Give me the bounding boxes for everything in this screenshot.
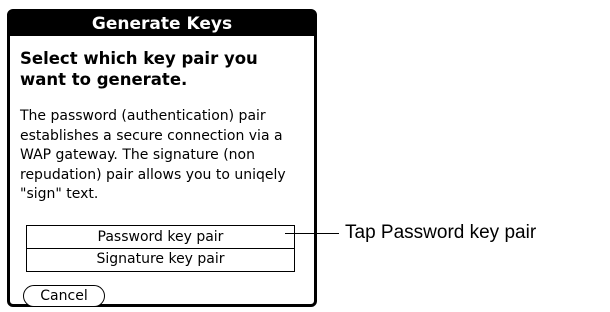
key-pair-options: Password key pair Signature key pair — [26, 225, 295, 272]
cancel-button[interactable]: Cancel — [23, 285, 105, 307]
callout-leader-line — [285, 233, 339, 234]
dialog-title: Generate Keys — [10, 12, 314, 36]
dialog-description: The password (authentication) pair estab… — [20, 108, 286, 203]
generate-keys-dialog: Generate Keys Select which key pair you … — [7, 9, 317, 307]
password-key-pair-button[interactable]: Password key pair — [26, 225, 295, 249]
signature-key-pair-button[interactable]: Signature key pair — [26, 247, 295, 272]
dialog-heading: Select which key pair you want to genera… — [20, 49, 258, 89]
callout-label: Tap Password key pair — [345, 222, 537, 243]
